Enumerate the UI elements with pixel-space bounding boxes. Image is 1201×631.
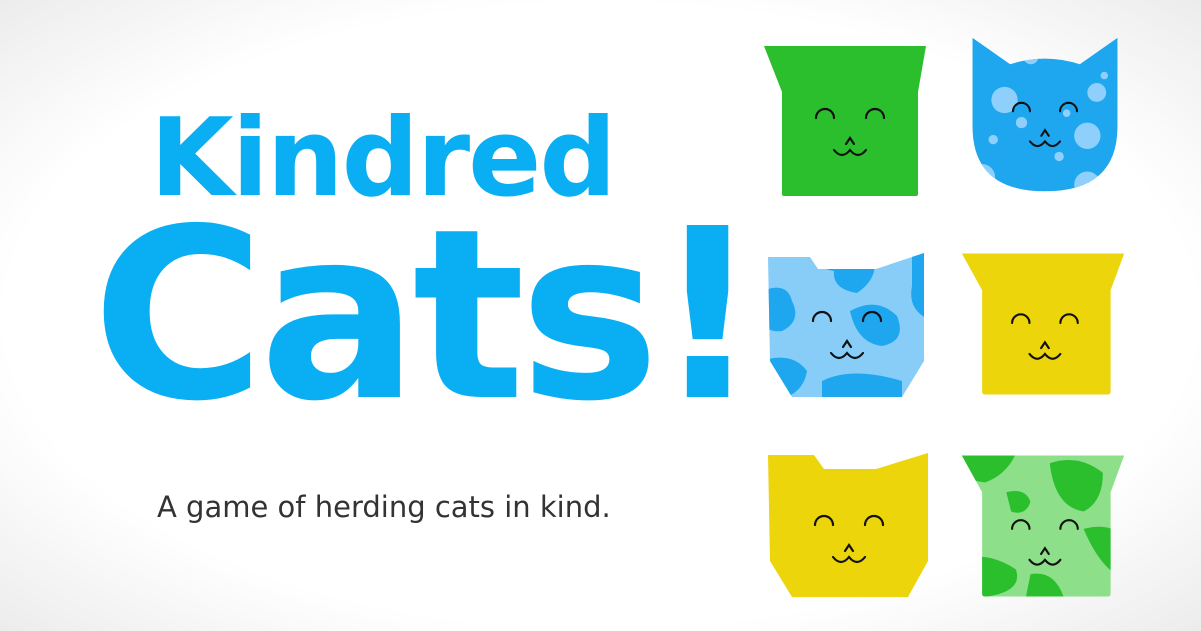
cat-body — [768, 453, 928, 597]
cat-body — [764, 46, 926, 196]
yellow-octagon-cat-icon — [764, 446, 934, 606]
title-block: Kindred Cats! A game of herding cats in … — [0, 0, 761, 631]
green-square-cat-icon — [760, 44, 930, 204]
cat-body — [972, 37, 1118, 192]
title-cats: Cats! — [92, 178, 761, 453]
tagline: A game of herding cats in kind. — [157, 490, 611, 524]
yellow-square-cat-icon — [958, 244, 1128, 404]
green-patched-cat-icon — [958, 446, 1128, 606]
blue-spotted-cat-icon — [960, 36, 1130, 196]
blue-patched-cat-icon — [762, 246, 932, 406]
cat-body — [961, 253, 1125, 395]
